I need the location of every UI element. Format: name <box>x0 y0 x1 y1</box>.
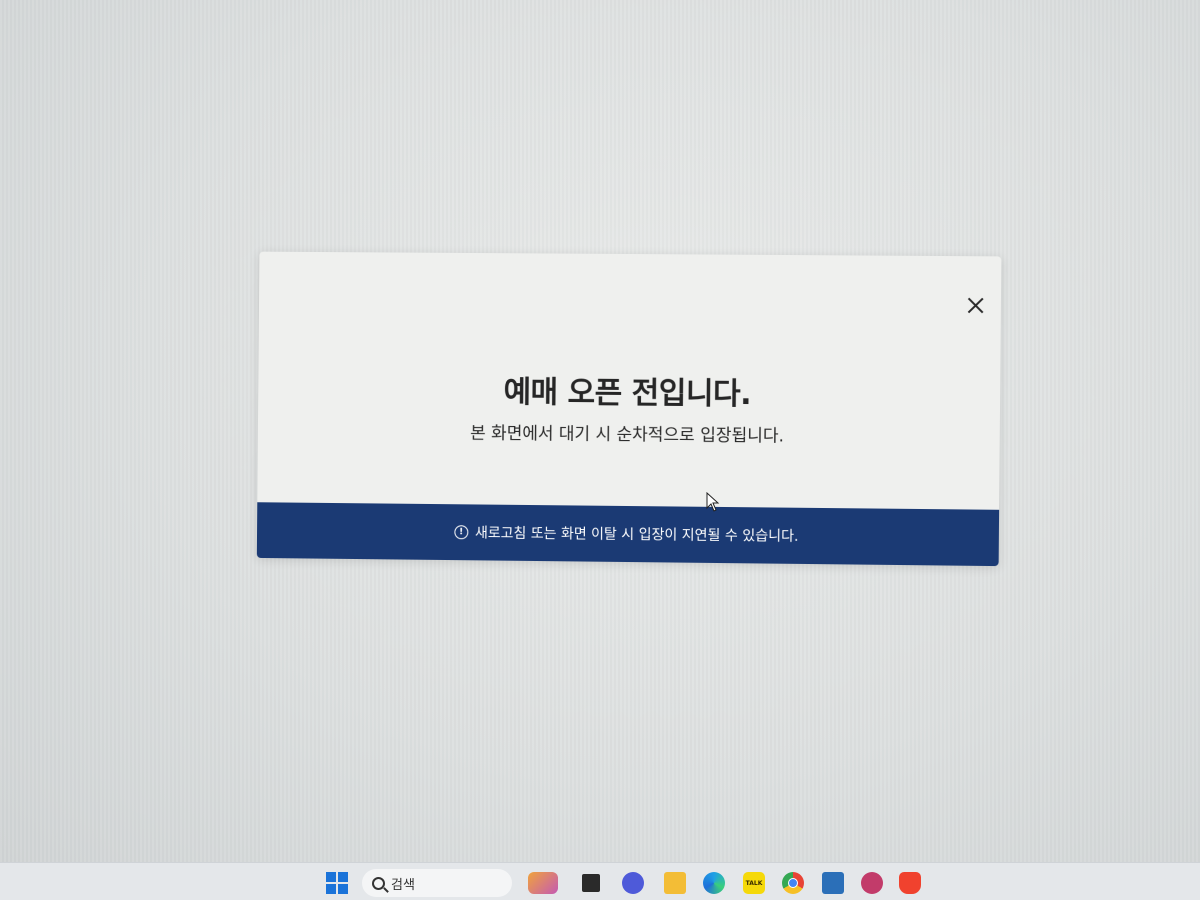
chat-icon[interactable] <box>622 872 644 894</box>
taskbar: 검색 TALK <box>0 862 1200 900</box>
kakaotalk-label: TALK <box>745 879 763 887</box>
chrome-icon[interactable] <box>782 872 804 894</box>
modal-subtitle: 본 화면에서 대기 시 순차적으로 입장됩니다. <box>470 423 785 447</box>
file-explorer-icon[interactable] <box>664 872 686 894</box>
taskbar-search[interactable]: 검색 <box>362 869 512 897</box>
widgets-icon[interactable] <box>528 872 558 894</box>
modal-title: 예매 오픈 전입니다. <box>503 374 752 413</box>
kakaotalk-icon[interactable]: TALK <box>743 872 765 894</box>
exclamation-circle-icon: ! <box>454 525 469 540</box>
edge-icon[interactable] <box>703 872 725 894</box>
app-icon[interactable] <box>822 872 844 894</box>
app-icon[interactable] <box>861 872 883 894</box>
notice-text: 새로고침 또는 화면 이탈 시 입장이 지연될 수 있습니다. <box>474 525 799 545</box>
close-icon[interactable] <box>964 294 986 316</box>
search-icon <box>372 876 385 890</box>
queue-modal: 예매 오픈 전입니다. 본 화면에서 대기 시 순차적으로 입장됩니다. ! 새… <box>256 251 1002 567</box>
task-view-icon[interactable] <box>582 874 600 892</box>
windows-start-icon[interactable] <box>326 872 348 894</box>
mouse-cursor-icon <box>706 492 720 512</box>
search-label: 검색 <box>391 877 415 893</box>
brave-icon[interactable] <box>899 872 921 894</box>
modal-notice-bar: ! 새로고침 또는 화면 이탈 시 입장이 지연될 수 있습니다. <box>256 502 1000 567</box>
